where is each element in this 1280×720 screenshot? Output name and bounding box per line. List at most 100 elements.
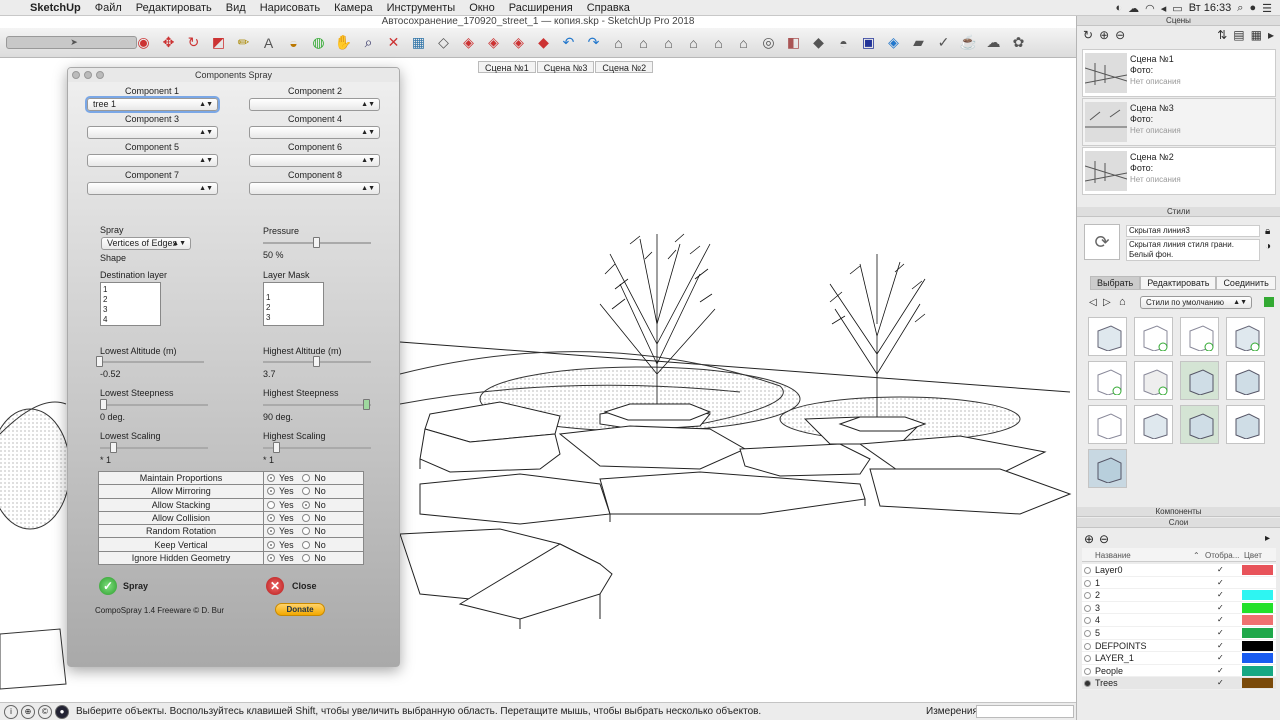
orbit-icon[interactable]: ◍ [306, 31, 331, 55]
layer-color-swatch[interactable] [1242, 577, 1273, 588]
check-icon[interactable]: ✓ [931, 31, 956, 55]
warehouse-icon[interactable]: ◈ [456, 31, 481, 55]
create-collection-icon[interactable] [1264, 297, 1274, 307]
allow-collision-yes-radio[interactable] [267, 514, 275, 523]
table-row[interactable]: 4 ✓ [1082, 614, 1276, 627]
active-layer-radio[interactable] [1084, 567, 1091, 574]
menu-tools[interactable]: Инструменты [387, 2, 456, 14]
layer-color-swatch[interactable] [1242, 628, 1273, 638]
remove-layer-icon[interactable]: ⊖ [1099, 532, 1109, 546]
style-collection-select[interactable]: Стили по умолчанию ▲▼ [1140, 296, 1252, 309]
active-layer-radio[interactable] [1084, 630, 1091, 637]
table-row[interactable]: 3 ✓ [1082, 601, 1276, 615]
table-row[interactable]: LAYER_1 ✓ [1082, 652, 1276, 665]
active-layer-radio[interactable] [1084, 617, 1091, 625]
scene-item[interactable]: Сцена №3 Фото: Нет описания [1082, 98, 1276, 146]
xray-icon[interactable]: ◎ [756, 31, 781, 55]
spray-mode-select[interactable]: Vertices of Edges ▲▼ [101, 237, 191, 250]
component-2-select[interactable]: ▲▼ [249, 98, 380, 111]
highest-steepness-slider[interactable] [263, 399, 371, 410]
spray-icon[interactable]: ✿ [1006, 31, 1031, 55]
scene-tab-3[interactable]: Сцена №3 [536, 61, 595, 73]
active-layer-radio[interactable] [1084, 579, 1091, 587]
teapot-icon[interactable]: ☕ [956, 31, 981, 55]
visible-check-icon[interactable]: ✓ [1217, 652, 1224, 665]
destination-layer-list[interactable]: 1 2 3 4 [100, 282, 161, 326]
text-tool-icon[interactable]: A [256, 31, 281, 55]
visible-check-icon[interactable]: ✓ [1217, 577, 1224, 590]
visible-check-icon[interactable]: ✓ [1217, 677, 1224, 690]
top-view-icon[interactable]: ⌂ [631, 31, 656, 55]
sandbox-icon[interactable]: ◇ [431, 31, 456, 55]
list-item[interactable]: 2 [266, 303, 321, 313]
layer-name[interactable]: Trees [1095, 677, 1118, 690]
visible-check-icon[interactable]: ✓ [1217, 564, 1224, 577]
spray-button[interactable]: Spray [123, 581, 148, 591]
allow-mirroring-yes-radio[interactable] [267, 487, 275, 496]
style-thumb-icon[interactable] [1226, 361, 1265, 400]
component-5-select[interactable]: ▲▼ [87, 154, 218, 167]
maintain-proportions-yes-radio[interactable] [267, 474, 275, 483]
lowest-steepness-thumb[interactable] [100, 399, 107, 410]
component-4-select[interactable]: ▲▼ [249, 126, 380, 139]
lowest-altitude-thumb[interactable] [96, 356, 103, 367]
credits-icon[interactable]: © [38, 704, 52, 719]
style-thumb-icon[interactable] [1088, 317, 1127, 356]
visible-check-icon[interactable]: ✓ [1217, 627, 1224, 640]
layer-color-swatch[interactable] [1242, 602, 1273, 613]
redo-icon[interactable]: ↷ [581, 31, 606, 55]
active-layer-radio[interactable] [1084, 642, 1091, 650]
iso-view-icon[interactable]: ⌂ [606, 31, 631, 55]
active-layer-radio[interactable] [1084, 604, 1091, 612]
layer-name[interactable]: Layer0 [1095, 564, 1123, 577]
visible-check-icon[interactable]: ✓ [1217, 640, 1224, 653]
layer-name[interactable]: 2 [1095, 589, 1100, 602]
style-thumb-icon[interactable] [1088, 405, 1127, 444]
refresh-icon[interactable]: ↻ [1083, 28, 1093, 42]
lock-icon[interactable]: 🔒︎ [1265, 226, 1270, 237]
lowest-scaling-slider[interactable] [100, 442, 208, 453]
random-rotation-yes-radio[interactable] [267, 527, 275, 536]
move-tool-icon[interactable]: ✥ [156, 31, 181, 55]
sort-icon[interactable]: ⇅ [1217, 28, 1227, 42]
scene-tab-1[interactable]: Сцена №1 [478, 61, 536, 73]
close-x-icon[interactable]: ✕ [266, 577, 284, 595]
layer-name[interactable]: People [1095, 665, 1123, 678]
table-row[interactable]: 2 ✓ [1082, 589, 1276, 602]
add-layer-icon[interactable]: ⊕ [1084, 532, 1094, 546]
visible-check-icon[interactable]: ✓ [1217, 614, 1224, 627]
style-name-field[interactable]: Скрытая линия3 [1126, 225, 1260, 237]
highest-steepness-thumb[interactable] [363, 399, 370, 410]
active-layer-radio[interactable] [1084, 680, 1091, 688]
style-thumb-icon[interactable] [1088, 449, 1127, 488]
menu-window[interactable]: Окно [469, 2, 495, 14]
style-thumb-icon[interactable] [1134, 361, 1173, 400]
component-8-select[interactable]: ▲▼ [249, 182, 380, 195]
tape-measure-icon[interactable]: ✏ [231, 31, 256, 55]
tab-mix[interactable]: Соединить [1216, 276, 1276, 290]
col-color[interactable]: Цвет [1244, 551, 1262, 560]
list-item[interactable]: 1 [266, 293, 321, 303]
solid-tools-icon[interactable]: ▣ [856, 31, 881, 55]
style-refresh-icon[interactable]: ⟳ [1084, 224, 1120, 260]
menu-draw[interactable]: Нарисовать [260, 2, 320, 14]
pan-icon[interactable]: ✋ [331, 31, 356, 55]
style-thumb-icon[interactable] [1226, 317, 1265, 356]
account-icon[interactable]: ● [55, 704, 69, 719]
tab-select[interactable]: Выбрать [1090, 276, 1141, 290]
allow-stacking-yes-radio[interactable] [267, 500, 275, 509]
info-icon[interactable]: i [4, 704, 18, 719]
front-view-icon[interactable]: ⌂ [656, 31, 681, 55]
layer-color-swatch[interactable] [1242, 653, 1273, 664]
highest-altitude-slider[interactable] [263, 356, 371, 367]
close-button[interactable]: Close [292, 581, 317, 591]
style-description-field[interactable]: Скрытая линия стиля грани. Белый фон. [1126, 239, 1260, 261]
clock[interactable]: Вт 16:33 [1189, 2, 1232, 14]
active-layer-radio[interactable] [1084, 655, 1091, 663]
highest-altitude-thumb[interactable] [313, 356, 320, 367]
layer-color-swatch[interactable] [1242, 678, 1273, 689]
scene-item[interactable]: Сцена №1 Фото: Нет описания [1082, 49, 1276, 97]
keep-vertical-no-radio[interactable] [302, 540, 311, 549]
table-row[interactable]: 5 ✓ [1082, 627, 1276, 640]
pressure-slider-thumb[interactable] [313, 237, 320, 248]
